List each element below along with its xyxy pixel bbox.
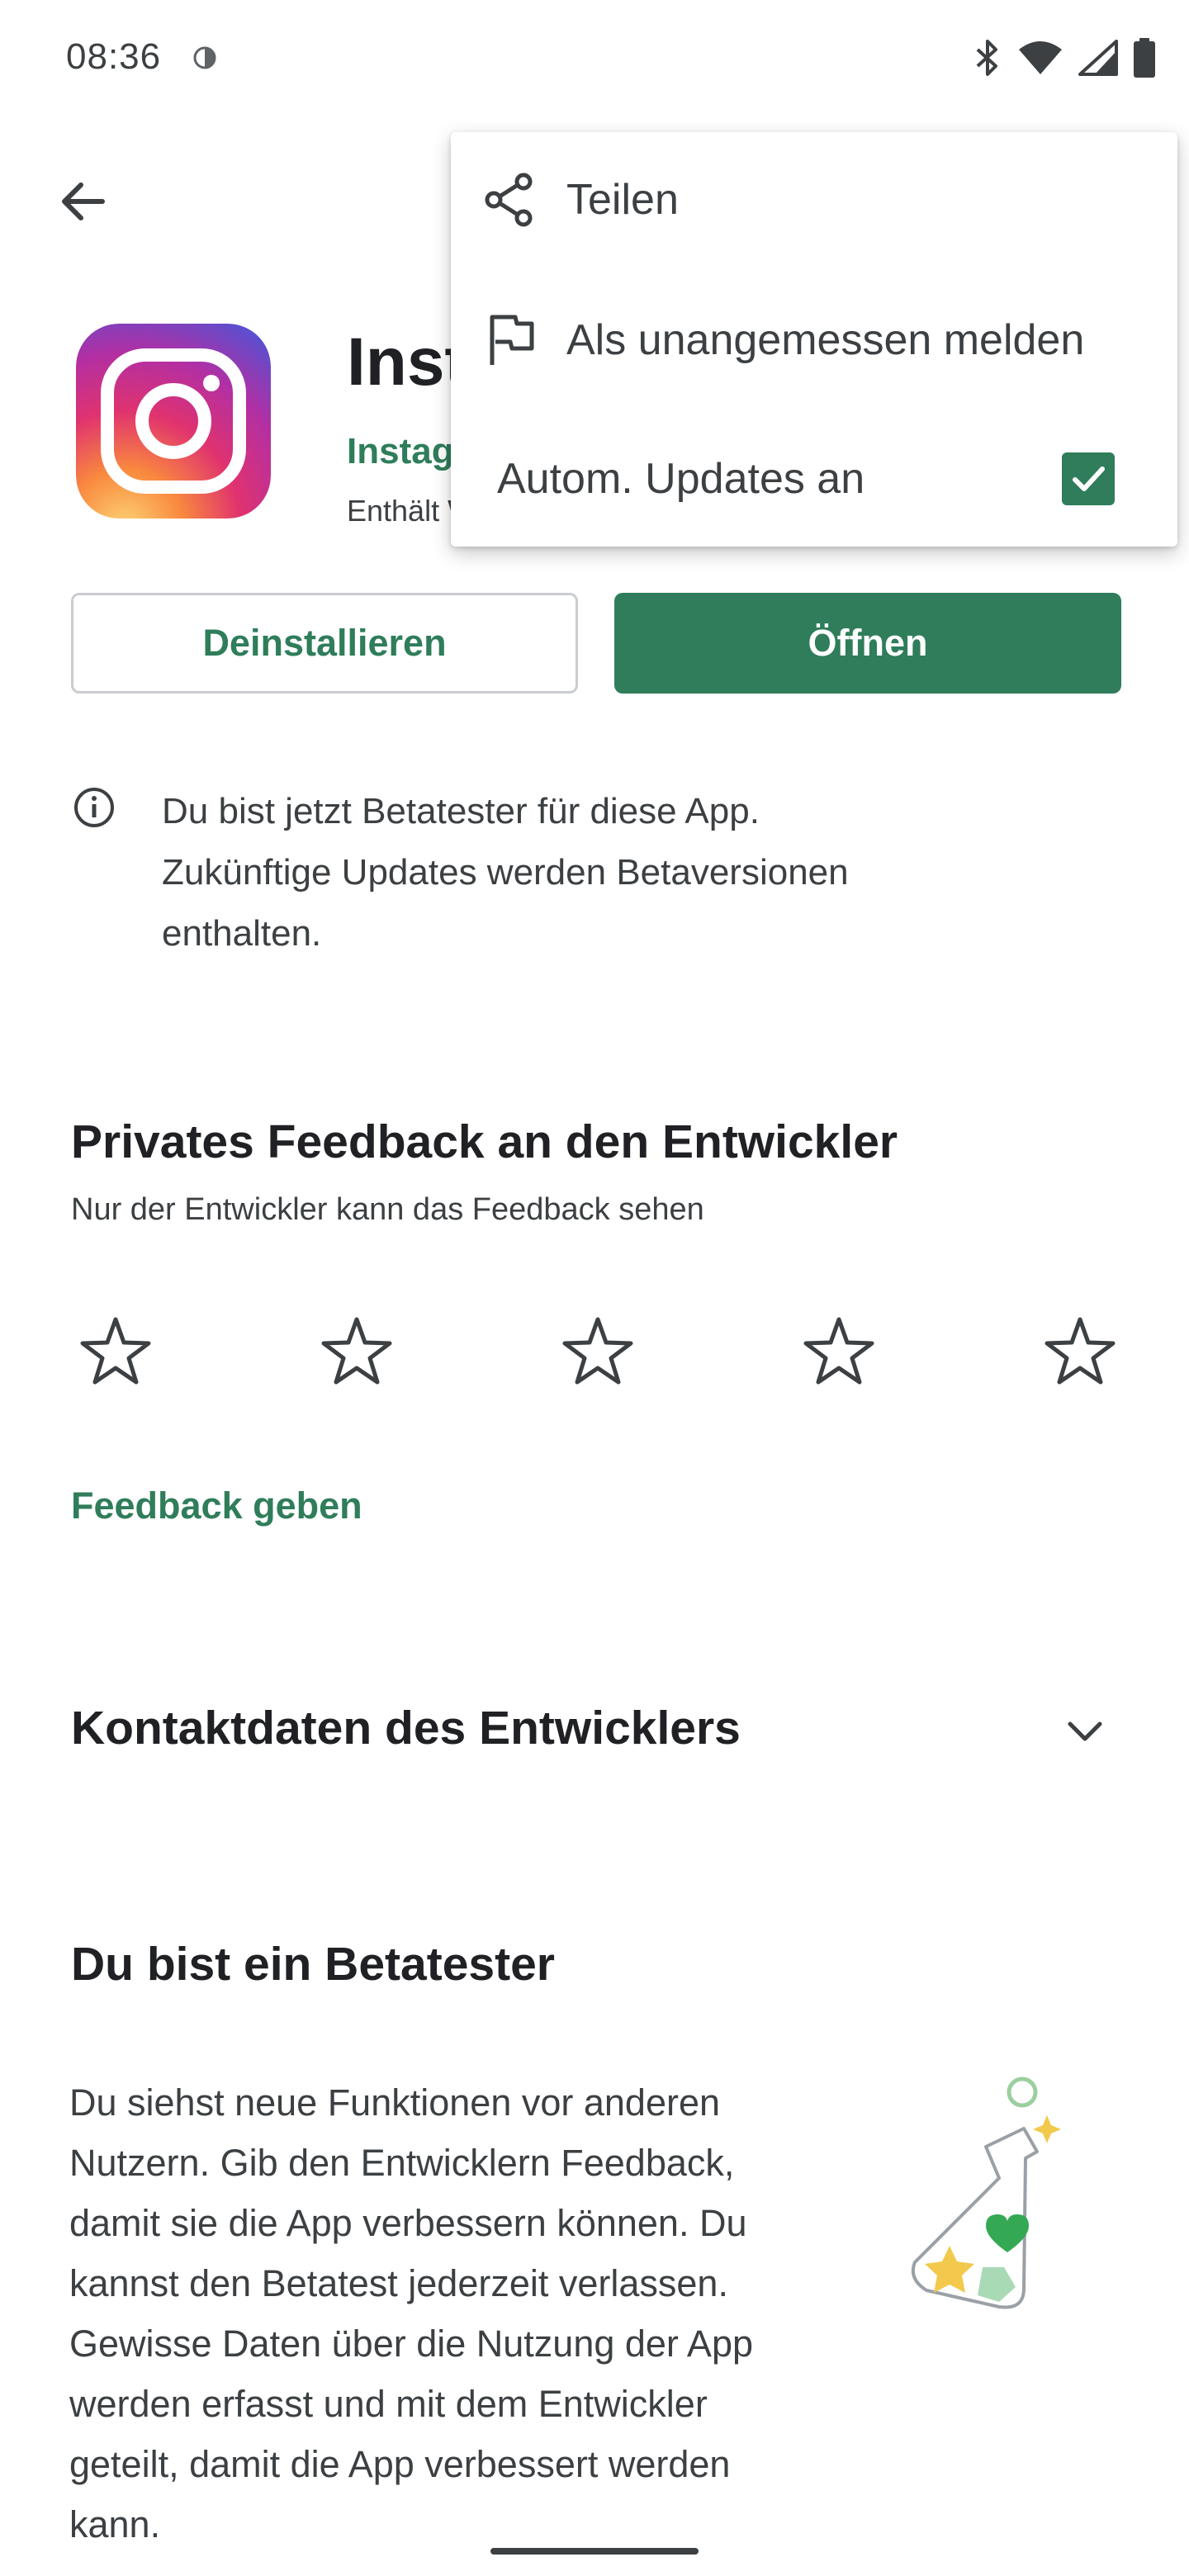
menu-item-label: Als unangemessen melden	[566, 316, 1085, 364]
menu-item-share[interactable]: Teilen	[451, 134, 1177, 266]
beta-notice-text: Du bist jetzt Betatester für diese App. …	[162, 791, 849, 954]
uninstall-button[interactable]: Deinstallieren	[71, 593, 578, 694]
flag-icon	[490, 315, 534, 365]
overflow-menu: Teilen Als unangemessen melden Autom. Up…	[451, 132, 1177, 547]
star-3-icon[interactable]	[558, 1313, 637, 1392]
menu-item-auto-updates[interactable]: Autom. Updates an	[451, 413, 1177, 545]
share-icon	[485, 173, 533, 227]
menu-item-flag[interactable]: Als unangemessen melden	[451, 274, 1177, 406]
star-2-icon[interactable]	[317, 1313, 396, 1392]
chevron-down-icon[interactable]	[1059, 1704, 1111, 1757]
open-button[interactable]: Öffnen	[614, 593, 1121, 694]
status-time: 08:36	[66, 36, 162, 77]
developer-contact-header[interactable]: Kontaktdaten des Entwicklers	[71, 1701, 741, 1755]
star-4-icon[interactable]	[799, 1313, 879, 1392]
beta-tester-description: Du siehst neue Funktionen vor anderen Nu…	[69, 2081, 753, 2545]
back-button[interactable]	[46, 165, 119, 238]
battery-icon	[1134, 38, 1155, 78]
feedback-title: Privates Feedback an den Entwickler	[71, 1115, 898, 1168]
signal-icon	[1078, 40, 1118, 76]
star-1-icon[interactable]	[76, 1313, 155, 1392]
arrow-back-icon	[62, 182, 105, 220]
beta-tester-title: Du bist ein Betatester	[71, 1938, 555, 1991]
app-icon	[76, 324, 271, 519]
give-feedback-link[interactable]: Feedback geben	[71, 1485, 362, 1527]
check-icon	[1073, 466, 1105, 491]
info-icon	[74, 788, 114, 827]
auto-update-checkbox[interactable]	[1062, 452, 1115, 505]
beta-flask-illustration	[911, 2076, 1061, 2309]
bluetooth-icon	[976, 40, 997, 76]
menu-item-label: Teilen	[566, 176, 679, 224]
feedback-subtitle: Nur der Entwickler kann das Feedback seh…	[71, 1192, 704, 1227]
wifi-icon	[1019, 41, 1062, 74]
status-icons	[973, 38, 1156, 78]
data-saver-icon	[193, 46, 216, 69]
star-5-icon[interactable]	[1040, 1313, 1120, 1392]
menu-item-label: Autom. Updates an	[497, 455, 865, 503]
gesture-nav-handle[interactable]	[490, 2548, 699, 2555]
